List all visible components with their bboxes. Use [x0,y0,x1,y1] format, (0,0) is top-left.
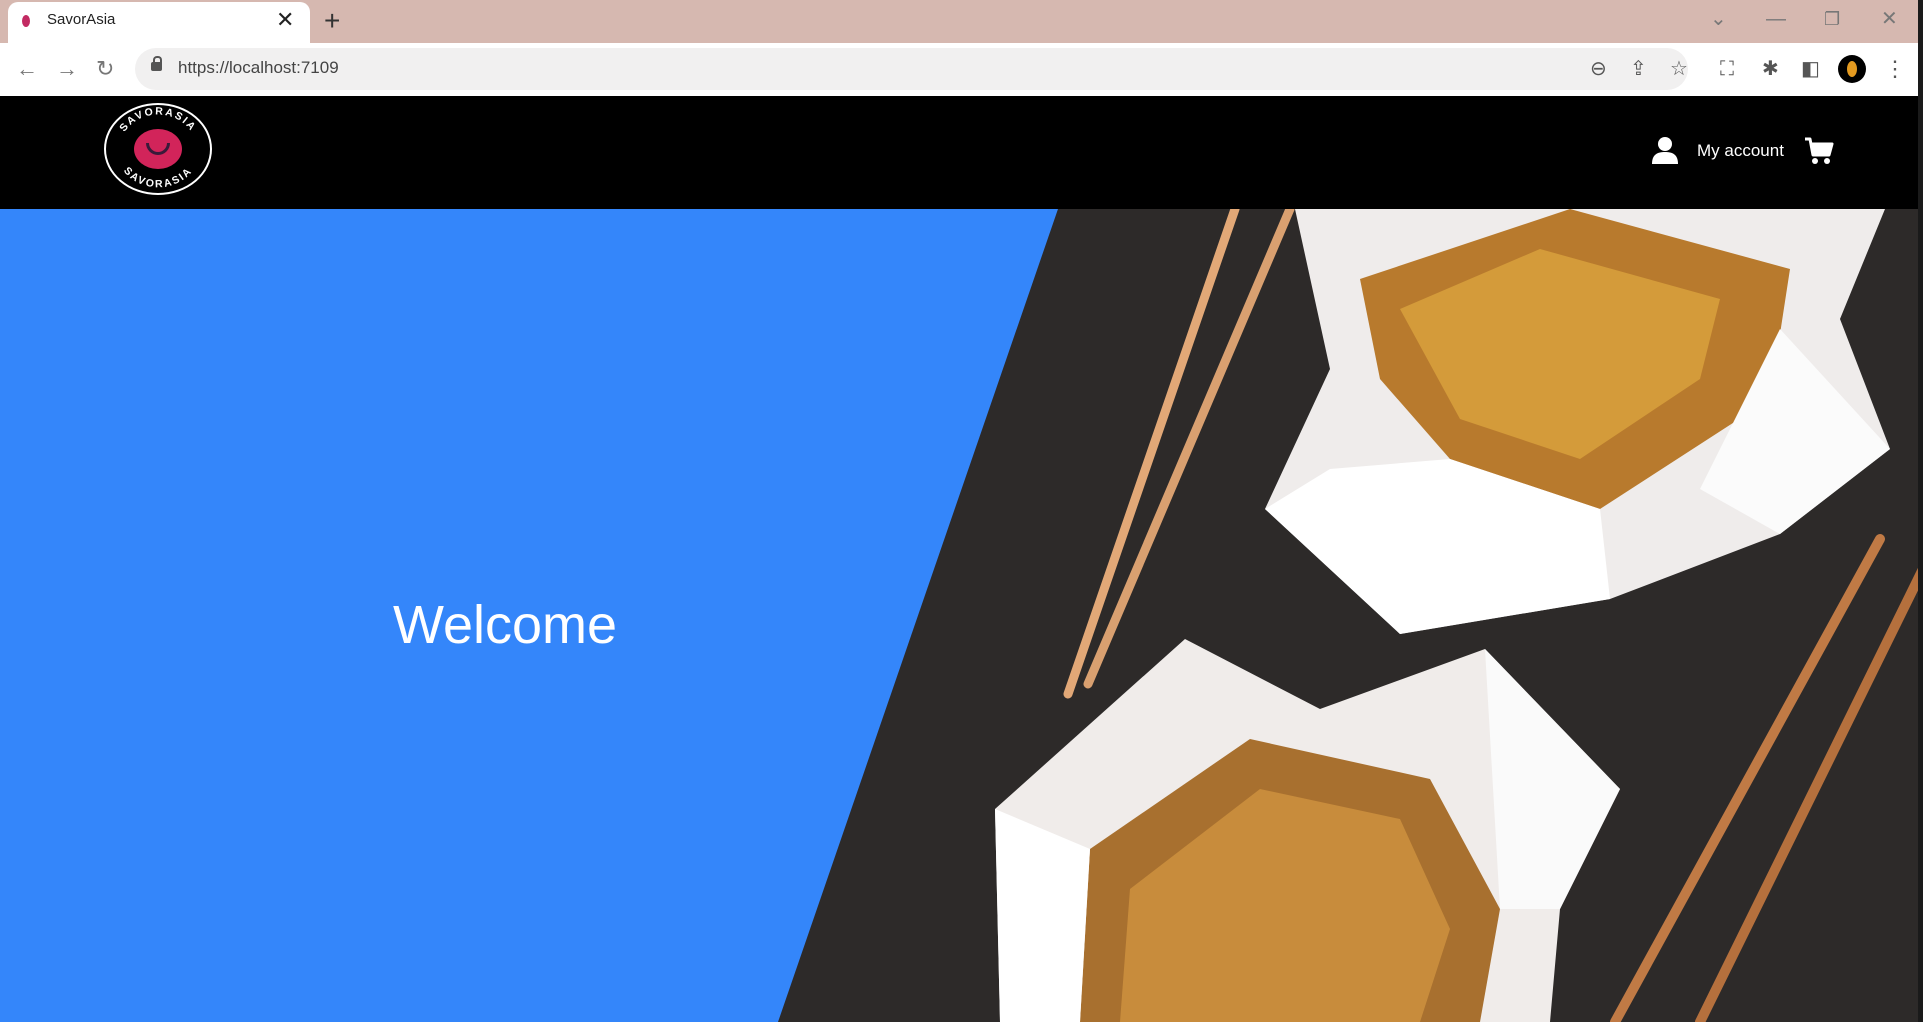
close-tab-icon[interactable]: ✕ [276,7,294,33]
cart-icon[interactable] [1804,136,1834,166]
site-header [0,96,1923,209]
minimize-button[interactable]: — [1766,6,1786,32]
restore-button[interactable]: ❐ [1824,6,1840,32]
side-panel-icon[interactable]: ◧ [1801,55,1820,83]
hero-food-image [778,209,1923,1022]
reload-icon[interactable]: ↻ [96,54,114,84]
bowl-icon [146,143,170,155]
bookmark-star-icon[interactable]: ☆ [1670,55,1688,83]
extensions-icon[interactable]: ✱ [1762,55,1779,83]
site-logo[interactable]: SAVORASIA SAVORASIA [104,103,212,195]
window-edge [1918,0,1923,1022]
share-icon[interactable]: ⇪ [1630,55,1647,83]
welcome-heading: Welcome [393,595,618,655]
forward-icon[interactable]: → [56,54,78,84]
favicon-icon [22,15,30,27]
back-icon[interactable]: ← [16,54,38,84]
new-tab-button[interactable]: + [324,4,340,38]
logo-emblem [134,129,182,169]
address-bar[interactable] [135,48,1688,90]
url-text[interactable]: https://localhost:7109 [178,58,339,78]
profile-avatar[interactable] [1838,55,1866,83]
tab-search-icon[interactable]: ⌄ [1710,6,1727,32]
screenshot-icon[interactable]: ⛶ [1720,55,1734,83]
my-account-link[interactable]: My account [1697,141,1784,161]
close-window-button[interactable]: ✕ [1881,6,1898,32]
hero-section [0,209,1923,1022]
user-icon[interactable] [1652,136,1678,164]
tab-title: SavorAsia [47,11,116,28]
browser-menu-icon[interactable]: ⋮ [1884,55,1906,83]
lock-icon[interactable] [151,56,162,71]
zoom-icon[interactable]: ⊖ [1590,55,1607,83]
